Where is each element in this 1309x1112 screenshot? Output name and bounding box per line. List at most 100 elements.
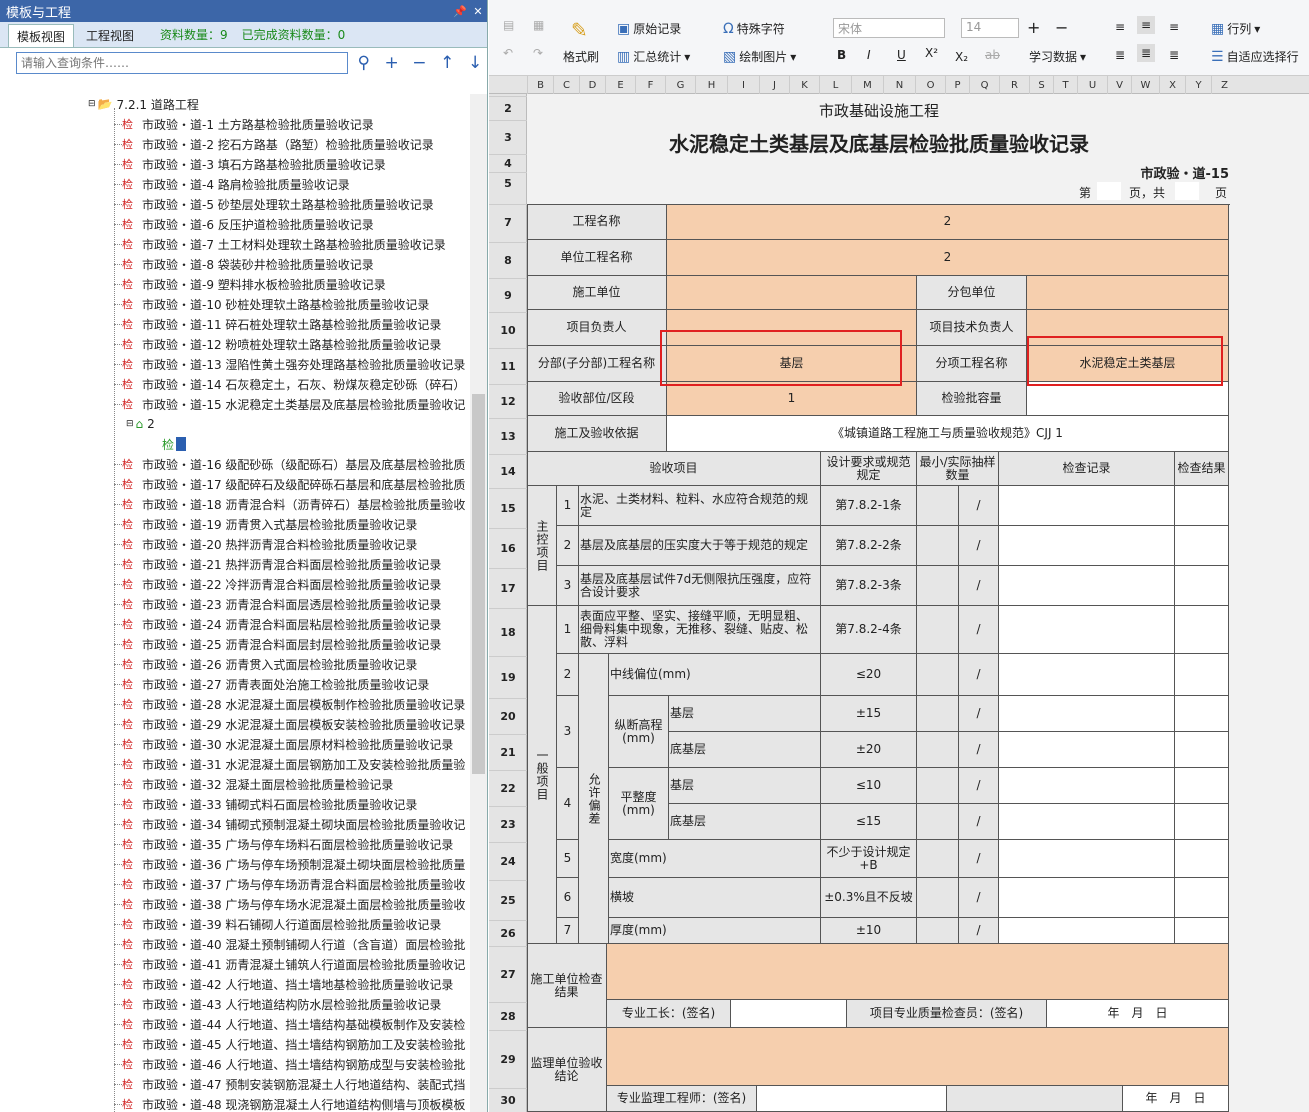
row-label[interactable]: 29 [489, 1030, 527, 1088]
move-up-icon[interactable]: ↑ [435, 52, 459, 74]
signature-field[interactable] [731, 1000, 847, 1028]
tree-item[interactable]: 检市政验・道-36 广场与停车场预制混凝土砌块面层检验批质量 [0, 854, 470, 874]
field-value[interactable]: 1 [667, 382, 917, 416]
column-label[interactable]: K [789, 76, 819, 94]
row-label[interactable]: 12 [489, 384, 527, 418]
column-label[interactable]: P [945, 76, 969, 94]
tree-item[interactable]: 检市政验・道-42 人行地道、挡土墙地基检验批质量验收记录 [0, 974, 470, 994]
increase-font-icon[interactable]: + [1027, 18, 1040, 37]
row-label[interactable]: 10 [489, 312, 527, 348]
tree-item[interactable]: 检市政验・道-17 级配碎石及级配碎砾石基层和底基层检验批质 [0, 474, 470, 494]
valign-bottom-icon[interactable]: ≣ [1169, 48, 1179, 62]
check-result[interactable] [1175, 732, 1229, 768]
row-label[interactable]: 17 [489, 568, 527, 608]
column-label[interactable]: L [819, 76, 851, 94]
date-field[interactable]: 年 月 日 [1047, 1000, 1229, 1028]
tree-item[interactable]: 检市政验・道-21 热拌沥青混合料面层检验批质量验收记录 [0, 554, 470, 574]
tree-item[interactable]: 检市政验・道-7 土工材料处理软土路基检验批质量验收记录 [0, 234, 470, 254]
check-record[interactable] [999, 840, 1175, 878]
pin-icon[interactable]: 📌 [451, 5, 469, 18]
font-name-select[interactable]: 宋体 [833, 18, 945, 38]
tree-item[interactable]: 检市政验・道-25 沥青混合料面层封层检验批质量验收记录 [0, 634, 470, 654]
check-result[interactable] [1175, 654, 1229, 696]
tree-item[interactable]: 检市政验・道-27 沥青表面处治施工检验批质量验收记录 [0, 674, 470, 694]
row-label[interactable]: 9 [489, 278, 527, 312]
check-record[interactable] [999, 732, 1175, 768]
tree-item[interactable]: 检市政验・道-8 袋装砂井检验批质量验收记录 [0, 254, 470, 274]
tab-template-view[interactable]: 模板视图 [8, 24, 75, 47]
check-record[interactable] [999, 696, 1175, 732]
tree-item[interactable]: 检市政验・道-26 沥青贯入式面层检验批质量验收记录 [0, 654, 470, 674]
tree-item[interactable]: 检市政验・道-2 挖石方路基（路堑）检验批质量验收记录 [0, 134, 470, 154]
row-label[interactable]: 26 [489, 920, 527, 946]
column-label[interactable]: Y [1185, 76, 1211, 94]
tree-item[interactable]: 检市政验・道-12 粉喷桩处理软土路基检验批质量验收记录 [0, 334, 470, 354]
tree-item[interactable]: 检市政验・道-23 沥青混合料面层透层检验批质量验收记录 [0, 594, 470, 614]
draw-image-button[interactable]: ▧ 绘制图片 ▾ [723, 48, 796, 65]
column-label[interactable]: T [1053, 76, 1077, 94]
tree-item[interactable]: 检市政验・道-13 湿陷性黄土强夯处理路基检验批质量验收记录 [0, 354, 470, 374]
row-label[interactable]: 19 [489, 656, 527, 698]
row-label[interactable]: 8 [489, 242, 527, 278]
format-brush-button[interactable]: 格式刷 [563, 48, 599, 65]
strikethrough-icon[interactable]: ab [985, 48, 1000, 62]
check-record[interactable] [999, 526, 1175, 566]
tree-item[interactable]: 检市政验・道-33 铺砌式料石面层检验批质量验收记录 [0, 794, 470, 814]
row-label[interactable]: 4 [489, 154, 527, 172]
column-label[interactable]: S [1029, 76, 1053, 94]
valign-top-icon[interactable]: ≣ [1115, 48, 1125, 62]
column-label[interactable]: M [851, 76, 883, 94]
tree-item[interactable]: 检市政验・道-38 广场与停车场水泥混凝土面层检验批质量验收 [0, 894, 470, 914]
page-total-field[interactable] [1175, 182, 1199, 200]
field-value[interactable]: 《城镇道路工程施工与质量验收规范》CJJ 1 [667, 416, 1229, 452]
row-label[interactable]: 22 [489, 770, 527, 806]
check-result[interactable] [1175, 768, 1229, 804]
tree-item[interactable]: 检市政验・道-31 水泥混凝土面层钢筋加工及安装检验批质量验 [0, 754, 470, 774]
tab-project-view[interactable]: 工程视图 [78, 24, 142, 47]
learn-data-button[interactable]: 学习数据 ▾ [1029, 48, 1086, 65]
valign-middle-icon[interactable]: ≣ [1137, 44, 1156, 62]
check-result[interactable] [1175, 878, 1229, 918]
underline-icon[interactable]: U [897, 48, 906, 62]
row-label[interactable]: 20 [489, 698, 527, 734]
column-label[interactable]: C [553, 76, 579, 94]
tree-item[interactable]: 检市政验・道-15 水泥稳定土类基层及底基层检验批质量验收记 [0, 394, 470, 414]
row-label[interactable]: 18 [489, 608, 527, 656]
tree-item[interactable]: 检市政验・道-41 沥青混凝土铺筑人行道面层检验批质量验收记 [0, 954, 470, 974]
date-field[interactable]: 年 月 日 [1123, 1086, 1229, 1112]
tree-item[interactable]: 检市政验・道-32 混凝土面层检验批质量检验记录 [0, 774, 470, 794]
row-label[interactable]: 28 [489, 1002, 527, 1030]
collapse-icon[interactable]: ⊟ [88, 99, 96, 109]
row-label[interactable]: 11 [489, 348, 527, 384]
decrease-font-icon[interactable]: − [1055, 18, 1068, 37]
check-result[interactable] [1175, 804, 1229, 840]
collapse-icon[interactable]: ⊟ [126, 419, 134, 429]
tree-sub-node[interactable]: 检 [0, 434, 470, 454]
italic-icon[interactable]: I [867, 48, 871, 62]
row-label[interactable]: 13 [489, 418, 527, 454]
tree-item[interactable]: 检市政验・道-6 反压护道检验批质量验收记录 [0, 214, 470, 234]
result-area[interactable] [607, 1028, 1229, 1086]
check-result[interactable] [1175, 566, 1229, 606]
subscript-icon[interactable]: X₂ [955, 50, 968, 64]
row-label[interactable]: 25 [489, 880, 527, 920]
row-label[interactable]: 24 [489, 842, 527, 880]
tree-item[interactable]: 检市政验・道-20 热拌沥青混合料检验批质量验收记录 [0, 534, 470, 554]
move-down-icon[interactable]: ↓ [463, 52, 487, 74]
column-label[interactable]: J [759, 76, 789, 94]
column-label[interactable]: B [527, 76, 553, 94]
column-label[interactable]: I [727, 76, 759, 94]
tree-child-node[interactable]: ⊟ ⌂ 2 [0, 414, 470, 434]
column-label[interactable]: O [915, 76, 945, 94]
column-label[interactable]: N [883, 76, 915, 94]
align-right-icon[interactable]: ≡ [1169, 20, 1179, 34]
tree-item[interactable]: 检市政验・道-14 石灰稳定土，石灰、粉煤灰稳定砂砾（碎石） [0, 374, 470, 394]
check-record[interactable] [999, 918, 1175, 944]
column-label[interactable]: D [579, 76, 605, 94]
auto-select-button[interactable]: ☰ 自适应选择行 [1211, 48, 1299, 65]
align-center-icon[interactable]: ≡ [1137, 16, 1156, 34]
check-record[interactable] [999, 804, 1175, 840]
tree-item[interactable]: 检市政验・道-5 砂垫层处理软土路基检验批质量验收记录 [0, 194, 470, 214]
column-label[interactable]: G [665, 76, 695, 94]
tree-item[interactable]: 检市政验・道-10 砂桩处理软土路基检验批质量验收记录 [0, 294, 470, 314]
